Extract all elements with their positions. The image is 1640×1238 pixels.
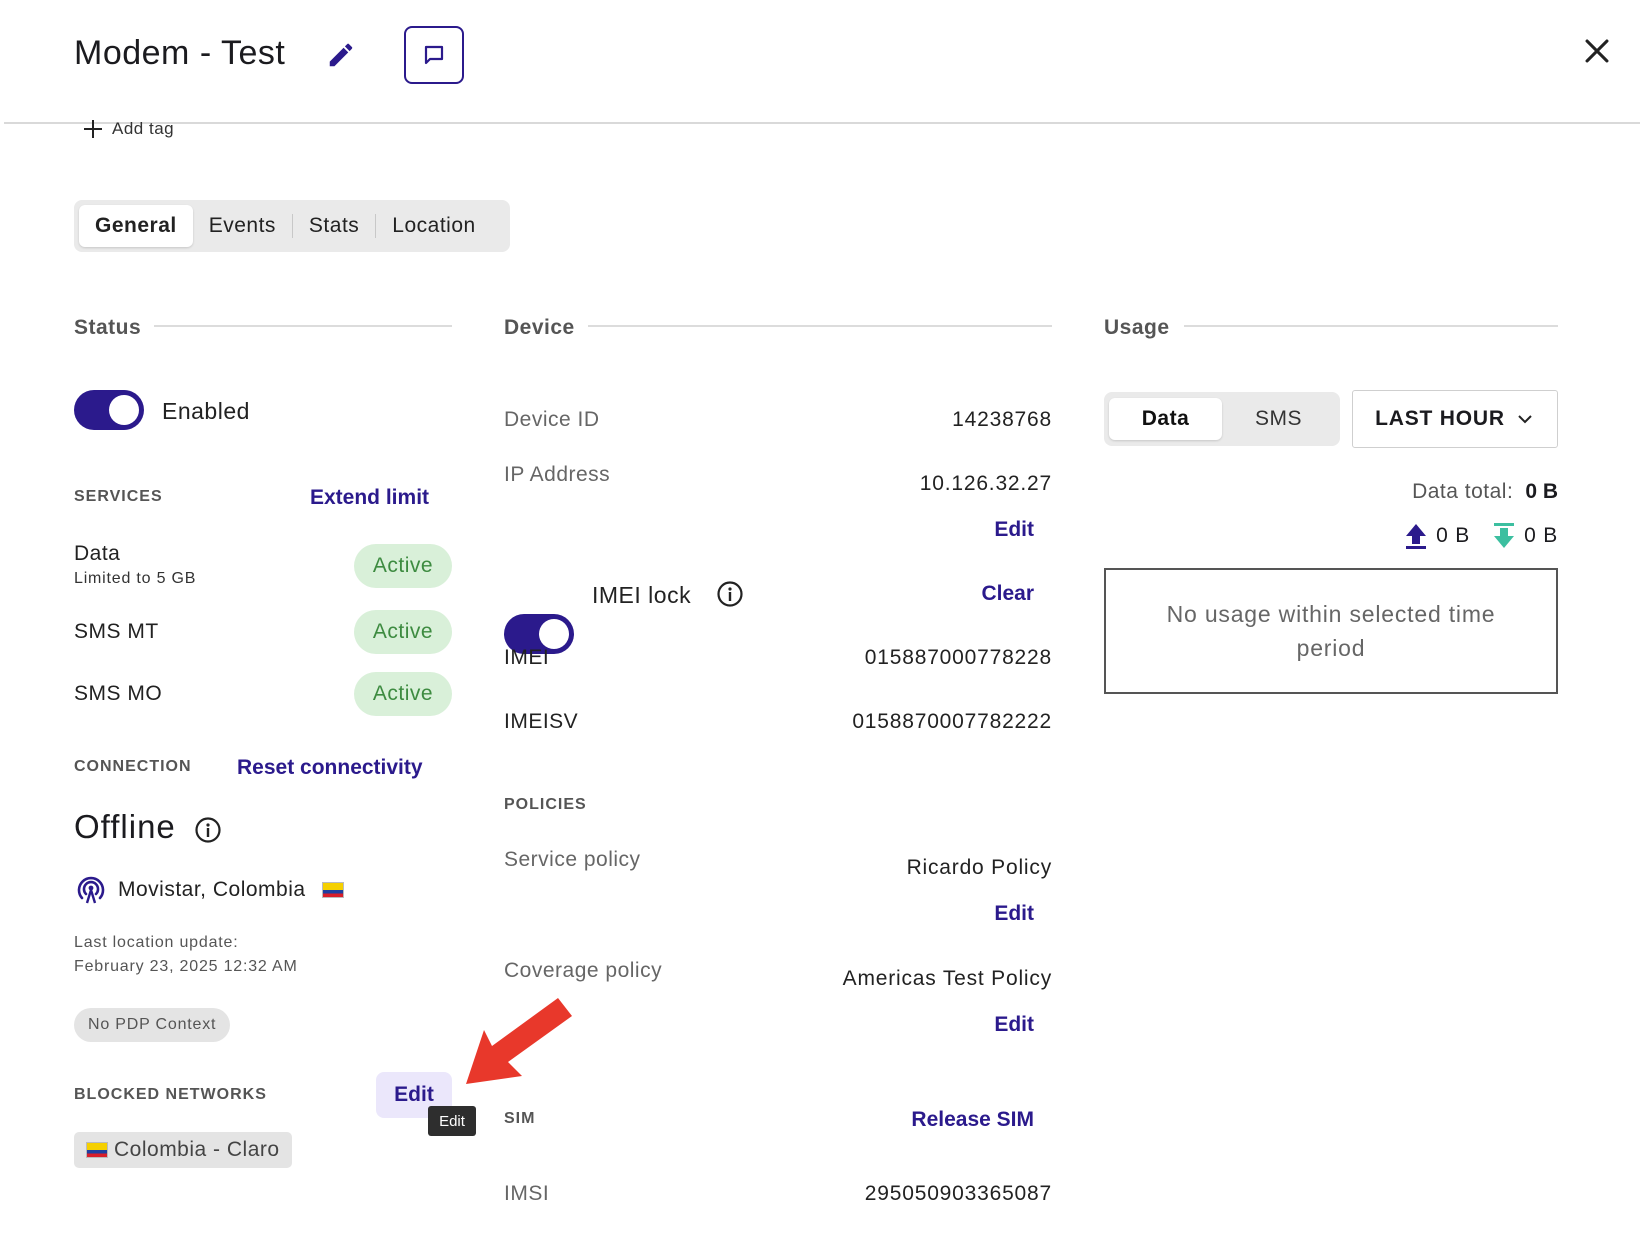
release-sim-link[interactable]: Release SIM — [911, 1108, 1034, 1132]
usage-heading: Usage — [1104, 316, 1170, 339]
reset-connectivity-link[interactable]: Reset connectivity — [237, 756, 423, 780]
service-name: SMS MT — [74, 620, 159, 643]
device-heading: Device — [504, 316, 575, 339]
service-policy-label: Service policy — [504, 848, 641, 871]
info-icon[interactable] — [716, 580, 744, 608]
close-icon[interactable] — [1580, 34, 1614, 68]
enabled-toggle[interactable] — [74, 390, 144, 430]
tab-general[interactable]: General — [79, 205, 193, 247]
operator-name: Movistar, Colombia — [118, 878, 306, 901]
plus-icon — [84, 120, 102, 138]
data-total-label: Data total: — [1412, 480, 1514, 503]
sim-heading: SIM — [504, 1110, 536, 1127]
device-id-label: Device ID — [504, 408, 600, 431]
usage-type-toggle: Data SMS — [1104, 392, 1340, 446]
usage-sms-button[interactable]: SMS — [1222, 398, 1335, 440]
device-divider — [588, 325, 1052, 327]
status-divider — [154, 325, 452, 327]
usage-data-button[interactable]: Data — [1109, 398, 1222, 440]
enabled-label: Enabled — [162, 398, 250, 424]
imeisv-value: 0158870007782222 — [852, 710, 1052, 733]
ip-address-label: IP Address — [504, 463, 611, 486]
imei-value: 015887000778228 — [864, 646, 1052, 669]
service-policy-value: Ricardo Policy — [906, 856, 1052, 879]
last-update-label: Last location update: — [74, 934, 239, 951]
coverage-policy-edit-link[interactable]: Edit — [994, 1013, 1034, 1037]
colombia-flag-icon — [86, 1142, 108, 1158]
comment-button[interactable] — [404, 26, 464, 84]
tab-location[interactable]: Location — [376, 205, 491, 247]
blocked-network-label: Colombia - Claro — [114, 1138, 280, 1161]
status-heading: Status — [74, 316, 142, 339]
antenna-icon — [77, 876, 105, 904]
service-name: SMS MO — [74, 682, 163, 705]
data-total-value: 0 B — [1525, 480, 1558, 503]
connection-state: Offline — [74, 808, 176, 845]
time-range-value: LAST HOUR — [1375, 407, 1505, 430]
tab-events[interactable]: Events — [193, 205, 292, 247]
chevron-down-icon — [1518, 415, 1532, 424]
add-tag-button[interactable]: Add tag — [82, 118, 174, 140]
edit-label: Edit — [394, 1083, 434, 1106]
download-value: 0 B — [1524, 524, 1558, 547]
traffic-breakdown: 0 B 0 B — [1404, 522, 1558, 550]
coverage-policy-value: Americas Test Policy — [842, 967, 1052, 990]
blocked-network-chip: Colombia - Claro — [74, 1132, 292, 1168]
imsi-label: IMSI — [504, 1182, 550, 1205]
usage-divider — [1184, 325, 1558, 327]
comment-icon — [424, 45, 444, 65]
tab-bar: General Events Stats Location — [74, 200, 510, 252]
annotation-arrow-icon — [466, 998, 572, 1084]
empty-usage-message: No usage within selected time period — [1104, 568, 1558, 694]
time-range-select[interactable]: LAST HOUR — [1352, 390, 1558, 448]
service-sub: Limited to 5 GB — [74, 570, 197, 587]
service-policy-edit-link[interactable]: Edit — [994, 902, 1034, 926]
device-id-value: 14238768 — [952, 408, 1052, 431]
last-update-value: February 23, 2025 12:32 AM — [74, 958, 298, 975]
coverage-policy-label: Coverage policy — [504, 959, 663, 982]
service-name: Data — [74, 542, 121, 565]
add-tag-label: Add tag — [112, 119, 175, 138]
services-heading: SERVICES — [74, 488, 163, 505]
download-icon — [1494, 523, 1515, 548]
page-title: Modem - Test — [74, 34, 286, 72]
edit-tooltip: Edit — [428, 1106, 476, 1136]
upload-value: 0 B — [1436, 524, 1471, 547]
imei-clear-link[interactable]: Clear — [981, 582, 1034, 606]
pdp-context-badge: No PDP Context — [74, 1008, 231, 1042]
ip-address-value: 10.126.32.27 — [919, 472, 1052, 495]
policies-heading: POLICIES — [504, 796, 587, 813]
data-total: Data total: 0 B — [1412, 480, 1558, 504]
colombia-flag-icon — [322, 882, 344, 898]
status-badge: Active — [354, 544, 452, 588]
info-icon[interactable] — [194, 816, 222, 844]
extend-limit-link[interactable]: Extend limit — [310, 486, 429, 510]
upload-icon — [1406, 524, 1427, 549]
imeisv-label: IMEISV — [504, 710, 579, 733]
status-badge: Active — [354, 610, 452, 654]
imei-label: IMEI — [504, 646, 550, 669]
connection-heading: CONNECTION — [74, 758, 192, 775]
ip-edit-link[interactable]: Edit — [994, 518, 1034, 542]
imei-lock-label: IMEI lock — [592, 582, 692, 608]
blocked-networks-heading: BLOCKED NETWORKS — [74, 1086, 267, 1103]
imsi-value: 295050903365087 — [864, 1182, 1052, 1205]
tab-stats[interactable]: Stats — [293, 205, 375, 247]
pencil-icon[interactable] — [326, 40, 356, 70]
header-divider — [4, 122, 1640, 124]
status-badge: Active — [354, 672, 452, 716]
